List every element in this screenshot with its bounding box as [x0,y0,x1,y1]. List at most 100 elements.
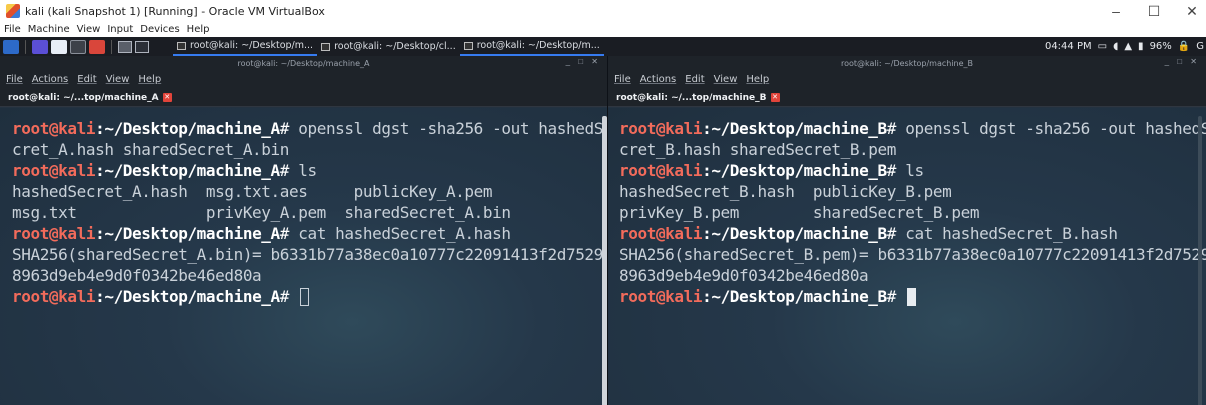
menu-devices[interactable]: Devices [140,24,179,35]
prompt-symbol: # [886,161,906,180]
prompt-user: root [619,224,656,243]
command-text: cat hashedSecret_B.hash [905,224,1118,243]
prompt-at: @ [655,119,666,138]
close-button[interactable]: ✕ [1184,2,1200,20]
prompt-user: root [12,287,49,306]
close-tab-icon[interactable]: ✕ [162,93,172,102]
terminal-output[interactable]: root@kali:~/Desktop/machine_A# openssl d… [0,108,607,405]
file-manager-icon[interactable] [51,39,67,54]
prompt-path: ~/Desktop/machine_A [104,287,280,306]
taskbar-item[interactable]: root@kali: ~/Desktop/m... [173,37,318,56]
taskbar-item-label: root@kali: ~/Desktop/m... [476,40,600,51]
power-icon[interactable]: G [1196,41,1204,52]
lock-icon[interactable]: 🔒 [1178,41,1190,52]
menu-help[interactable]: Help [187,24,210,35]
taskbar-item[interactable]: root@kali: ~/Desktop/m... [459,37,604,56]
terminal-line: cret_B.hash sharedSecret_B.pem [619,140,896,159]
prompt-user: root [12,161,49,180]
menu-machine[interactable]: Machine [28,24,70,35]
prompt-path: ~/Desktop/machine_B [711,287,887,306]
prompt-at: @ [655,161,666,180]
prompt-at: @ [48,224,59,243]
prompt-path: ~/Desktop/machine_B [711,119,887,138]
prompt-symbol: # [886,224,906,243]
panel-launchers [0,39,149,54]
taskbar-item[interactable]: root@kali: ~/Desktop/cl... [317,37,460,56]
window-title: kali (kali Snapshot 1) [Running] - Oracl… [25,4,325,18]
minimize-button[interactable]: – [1108,2,1124,20]
browser-icon[interactable] [89,39,105,54]
notification-bell-icon[interactable]: ▲ [1124,41,1132,52]
prompt-host: kali [665,119,703,138]
terminal-line: root@kali:~/Desktop/machine_B# cat hashe… [619,223,1206,244]
panel-separator [25,39,26,54]
menu-view[interactable]: View [714,74,738,85]
kali-menu-icon[interactable] [3,39,19,54]
display-icon[interactable]: ▭ [1098,41,1107,52]
prompt-colon: : [702,287,712,306]
command-text: openssl dgst -sha256 -out hashedSe [298,119,607,138]
terminal-line: 8963d9eb4e9d0f0342be46ed80a [619,266,869,285]
workspace-app-icon[interactable] [32,39,48,54]
menu-file[interactable]: File [6,74,23,85]
close-tab-icon[interactable]: ✕ [770,93,780,102]
prompt-colon: : [95,161,105,180]
terminal-line: hashedSecret_B.hash publicKey_B.pem [619,182,952,201]
command-text: ls [905,161,924,180]
menu-edit[interactable]: Edit [77,74,96,85]
menu-edit[interactable]: Edit [685,74,704,85]
volume-icon[interactable]: ◖ [1113,41,1118,52]
prompt-user: root [12,119,49,138]
terminal-line: root@kali:~/Desktop/machine_A# [12,286,607,307]
menu-help[interactable]: Help [138,74,161,85]
terminal-window-b[interactable]: root@kali: ~/Desktop/machine_B _ □ ✕ Fil… [607,56,1206,405]
menu-view[interactable]: View [77,24,101,35]
prompt-host: kali [58,224,96,243]
prompt-symbol: # [279,224,299,243]
menu-help[interactable]: Help [746,74,769,85]
prompt-user: root [619,287,656,306]
menu-file[interactable]: File [4,24,21,35]
prompt-host: kali [58,161,96,180]
terminal-window-a[interactable]: root@kali: ~/Desktop/machine_A _ □ ✕ Fil… [0,56,607,405]
terminal-menubar: File Actions Edit View Help [608,70,1206,89]
menu-file[interactable]: File [614,74,631,85]
menu-actions[interactable]: Actions [640,74,677,85]
battery-icon[interactable]: ▮ [1138,41,1144,52]
prompt-symbol: # [886,119,906,138]
prompt-host: kali [665,224,703,243]
menu-view[interactable]: View [106,74,130,85]
terminal-title: root@kali: ~/Desktop/machine_B [840,58,974,68]
terminal-tab[interactable]: root@kali: ~/...top/machine_B ✕ [612,89,784,106]
prompt-user: root [619,161,656,180]
workspace-2-icon[interactable] [135,40,149,53]
terminal-line: 8963d9eb4e9d0f0342be46ed80a [12,266,262,285]
terminal-window-controls[interactable]: _ □ ✕ [1165,57,1200,66]
terminal-line: root@kali:~/Desktop/machine_B# ls [619,160,1206,181]
text-cursor [907,288,917,306]
command-text: ls [298,161,317,180]
terminal-output[interactable]: root@kali:~/Desktop/machine_B# openssl d… [608,108,1206,405]
terminal-tab[interactable]: root@kali: ~/...top/machine_A ✕ [4,89,176,106]
terminal-icon[interactable] [70,39,86,54]
scrollbar[interactable] [1198,116,1202,405]
terminal-icon [321,42,331,51]
panel-separator [111,39,112,54]
maximize-button[interactable]: ☐ [1146,2,1162,20]
prompt-host: kali [665,161,703,180]
terminal-title: root@kali: ~/Desktop/machine_A [237,58,370,68]
command-text: openssl dgst -sha256 -out hashedSe [905,119,1206,138]
prompt-at: @ [655,287,666,306]
menu-actions[interactable]: Actions [32,74,69,85]
terminal-tabbar: root@kali: ~/...top/machine_B ✕ [608,89,1206,107]
vbox-menubar: File Machine View Input Devices Help [0,22,1206,37]
terminal-window-controls[interactable]: _ □ ✕ [566,57,601,66]
terminal-line: privKey_B.pem sharedSecret_B.pem [619,203,980,222]
workspace-1-icon[interactable] [118,40,132,53]
clock[interactable]: 04:44 PM [1045,41,1092,52]
terminal-line: root@kali:~/Desktop/machine_B# openssl d… [619,118,1206,139]
terminal-line: cret_A.hash sharedSecret_A.bin [12,140,289,159]
battery-level: 96% [1149,41,1172,52]
panel-tray: 04:44 PM ▭ ◖ ▲ ▮ 96% 🔒 G [1045,37,1206,56]
menu-input[interactable]: Input [107,24,133,35]
